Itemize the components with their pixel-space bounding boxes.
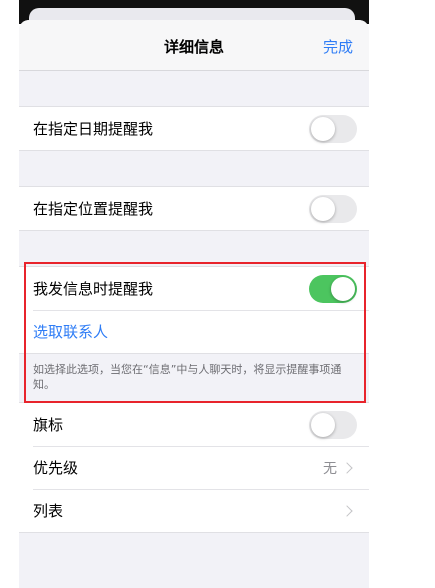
date-reminder-group: 在指定日期提醒我 xyxy=(19,106,369,151)
toggle-knob xyxy=(311,196,335,221)
section-gap xyxy=(19,231,369,266)
flag-priority-list-group: 旗标 优先级 无 列表 xyxy=(19,402,369,533)
priority-value: 无 xyxy=(323,460,337,477)
priority-label: 优先级 xyxy=(33,459,79,477)
priority-row[interactable]: 优先级 无 xyxy=(19,446,369,489)
page-title: 详细信息 xyxy=(163,38,224,56)
list-row[interactable]: 列表 xyxy=(19,489,369,532)
section-gap xyxy=(19,71,369,106)
chevron-right-icon xyxy=(341,461,353,474)
flag-label: 旗标 xyxy=(33,416,64,434)
location-reminder-label: 在指定位置提醒我 xyxy=(33,200,154,218)
navigation-bar: 详细信息 完成 xyxy=(19,20,369,71)
location-reminder-row[interactable]: 在指定位置提醒我 xyxy=(19,187,369,230)
toggle-knob xyxy=(331,276,355,301)
details-sheet: 详细信息 完成 在指定日期提醒我 在指定位置提醒我 我发信息时提醒我 选取联系人… xyxy=(19,20,369,588)
chevron-right-icon xyxy=(341,504,353,517)
date-reminder-row[interactable]: 在指定日期提醒我 xyxy=(19,107,369,150)
toggle-knob xyxy=(311,116,335,141)
section-gap xyxy=(19,151,369,186)
date-reminder-label: 在指定日期提醒我 xyxy=(33,120,154,138)
location-reminder-toggle[interactable] xyxy=(309,194,357,223)
messaging-reminder-row[interactable]: 我发信息时提醒我 xyxy=(19,267,369,310)
messaging-reminder-label: 我发信息时提醒我 xyxy=(33,280,154,298)
flag-row[interactable]: 旗标 xyxy=(19,403,369,446)
choose-contact-row[interactable]: 选取联系人 xyxy=(19,310,369,353)
messaging-reminder-footer: 如选择此选项，当您在“信息”中与人聊天时，将显示提醒事项通知。 xyxy=(19,354,369,402)
list-label: 列表 xyxy=(33,502,64,520)
location-reminder-group: 在指定位置提醒我 xyxy=(19,186,369,231)
choose-contact-link[interactable]: 选取联系人 xyxy=(33,321,357,342)
messaging-reminder-group: 我发信息时提醒我 选取联系人 xyxy=(19,266,369,354)
done-button[interactable]: 完成 xyxy=(323,36,353,57)
date-reminder-toggle[interactable] xyxy=(309,114,357,143)
messaging-reminder-toggle[interactable] xyxy=(309,274,357,303)
flag-toggle[interactable] xyxy=(309,410,357,439)
toggle-knob xyxy=(311,412,335,437)
